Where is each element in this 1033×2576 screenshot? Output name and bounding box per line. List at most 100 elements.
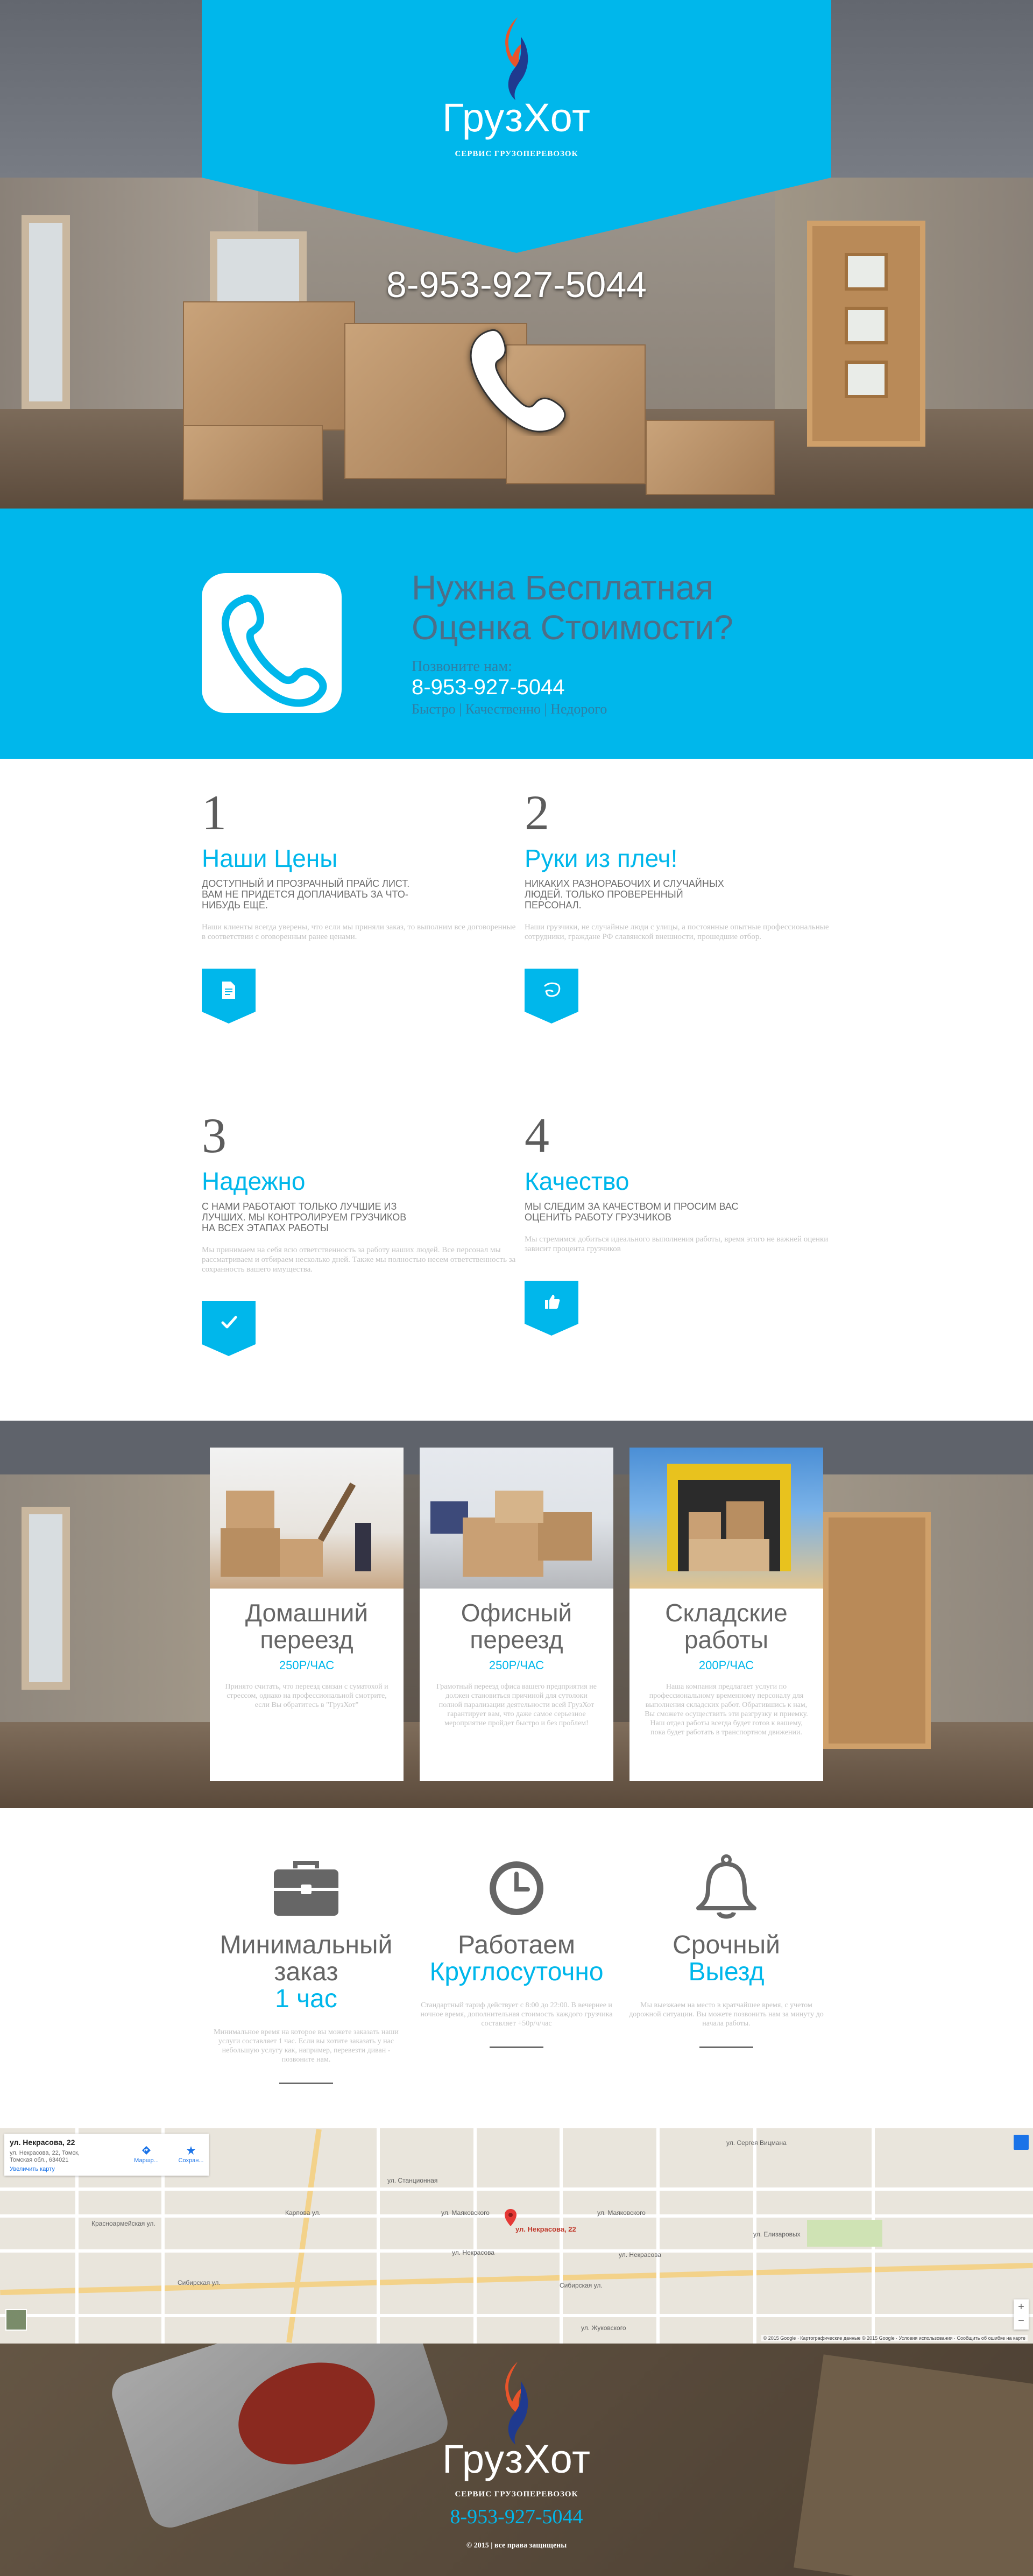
enlarge-map-link[interactable]: Увеличить карту	[10, 2166, 55, 2172]
cta-title-line2: Оценка Стоимости?	[412, 608, 733, 647]
map-road	[0, 2262, 1033, 2296]
service-card-warehouse[interactable]: Складские работы 200Р/ЧАС Наша компания …	[629, 1448, 823, 1781]
service-title: Домашний переезд	[245, 1599, 369, 1654]
cta-call-label: Позвоните нам:	[412, 658, 512, 675]
info-text: Стандартный тариф действует с 8:00 до 22…	[420, 2001, 613, 2028]
hand-icon	[544, 982, 561, 997]
info-text: Мы выезжаем на место в кратчайшее время,…	[629, 2001, 824, 2028]
feature-text: Мы принимаем на себя всю ответственность…	[202, 1246, 516, 1274]
hero-bg-box	[183, 301, 355, 430]
warehouse-photo	[629, 1448, 823, 1589]
street-label: ул. Жуковского	[581, 2324, 626, 2332]
cta-tagline: Быстро | Качественно | Недорого	[412, 701, 607, 717]
street-label: Сибирская ул.	[560, 2282, 603, 2289]
feature-badge	[202, 1301, 256, 1356]
map-info-card: ул. Некрасова, 22 ул. Некрасова, 22, Том…	[4, 2134, 209, 2176]
bell-icon	[696, 1854, 756, 1919]
pegman-icon[interactable]	[1014, 2135, 1029, 2150]
feature-text: Наши грузчики, не случайные люди с улицы…	[525, 923, 829, 941]
feature-number: 2	[525, 785, 549, 840]
feature-caption: С НАМИ РАБОТАЮТ ТОЛЬКО ЛУЧШИЕ ИЗ ЛУЧШИХ.…	[202, 1201, 407, 1233]
feature-badge	[202, 969, 256, 1024]
feature-title: Руки из плеч!	[525, 844, 678, 872]
service-card-office[interactable]: Офисный переезд 250Р/ЧАС Грамотный перее…	[420, 1448, 613, 1781]
info-24h: Работаем Круглосуточно Стандартный тариф…	[409, 1857, 624, 2048]
service-text: Грамотный переезд офиса вашего предприят…	[436, 1683, 597, 1727]
phone-icon[interactable]	[463, 323, 570, 436]
brand-tagline: СЕРВИС ГРУЗОПЕРЕВОЗОК	[455, 150, 578, 158]
info-highlight: 1 час	[275, 1985, 337, 2013]
hero-bg-box	[646, 420, 775, 495]
feature-caption: МЫ СЛЕДИМ ЗА КАЧЕСТВОМ И ПРОСИМ ВАС ОЦЕН…	[525, 1201, 739, 1223]
office-move-photo	[420, 1448, 613, 1589]
hero-section: ГрузХот СЕРВИС ГРУЗОПЕРЕВОЗОК 8-953-927-…	[0, 0, 1033, 509]
street-label: Карпова ул.	[285, 2209, 321, 2217]
clock-icon	[490, 1861, 543, 1915]
street-label: ул. Маяковского	[441, 2209, 490, 2217]
info-highlight: Выезд	[688, 1958, 765, 1986]
map-road	[0, 2214, 1033, 2218]
flame-logo-icon	[505, 17, 528, 100]
map-pin-icon[interactable]	[505, 2209, 516, 2226]
feature-title: Качество	[525, 1167, 629, 1195]
street-label: ул. Маяковского	[597, 2209, 646, 2217]
free-estimate-section: Нужна Бесплатная Оценка Стоимости? Позво…	[0, 509, 1033, 759]
feature-badge	[525, 969, 578, 1024]
feature-text: Мы стремимся добиться идеального выполне…	[525, 1235, 829, 1253]
footer: ГрузХот СЕРВИС ГРУЗОПЕРЕВОЗОК 8-953-927-…	[0, 2344, 1033, 2576]
street-label: ул. Сергея Вицмана	[726, 2139, 787, 2147]
divider	[699, 2046, 753, 2048]
services-section: Домашний переезд 250Р/ЧАС Принято считат…	[0, 1421, 1033, 1808]
divider	[279, 2083, 333, 2084]
hero-bg-box	[183, 425, 323, 500]
map-address: ул. Некрасова, 22	[10, 2138, 75, 2147]
footer-copyright: © 2015 | все права защищены	[466, 2542, 567, 2550]
document-icon	[222, 982, 235, 999]
save-button[interactable]: Сохран...	[175, 2157, 207, 2164]
feature-number: 1	[202, 785, 227, 840]
service-text: Наша компания предлагает услуги по профе…	[645, 1683, 808, 1737]
service-title: Офисный переезд	[461, 1599, 572, 1654]
service-text: Принято считать, что переезд связан с су…	[225, 1683, 388, 1709]
hero-bg-door	[807, 221, 925, 447]
zoom-controls: + −	[1014, 2299, 1029, 2330]
service-card-home[interactable]: Домашний переезд 250Р/ЧАС Принято считат…	[210, 1448, 404, 1781]
hero-bg-window	[22, 215, 70, 409]
cta-phone-number[interactable]: 8-953-927-5044	[412, 675, 565, 700]
map-park	[807, 2220, 882, 2247]
info-min-order: Минимальный заказ 1 час Минимальное врем…	[199, 1857, 414, 2084]
feature-reliable: 3 Надежно С НАМИ РАБОТАЮТ ТОЛЬКО ЛУЧШИЕ …	[202, 1108, 515, 1356]
home-move-photo	[210, 1448, 404, 1589]
logo-banner-tip	[202, 178, 831, 253]
thumbs-up-icon	[545, 1295, 560, 1309]
hero-phone-number[interactable]: 8-953-927-5044	[0, 264, 1033, 306]
service-price: 200Р/ЧАС	[698, 1658, 754, 1672]
info-title: Работаем	[457, 1931, 576, 1959]
zoom-out-button[interactable]: −	[1014, 2314, 1029, 2330]
map-road	[0, 2187, 1033, 2191]
feature-number: 4	[525, 1108, 549, 1163]
map-road	[473, 2128, 477, 2344]
phone-app-icon[interactable]	[202, 573, 342, 713]
street-label: Сибирская ул.	[178, 2279, 221, 2286]
satellite-toggle[interactable]	[5, 2309, 27, 2331]
map-road	[0, 2314, 1033, 2317]
flame-logo-icon	[505, 2362, 528, 2445]
street-label: Красноармейская ул.	[91, 2220, 155, 2227]
street-label: ул. Елизаровых	[753, 2231, 801, 2238]
directions-icon[interactable]	[141, 2146, 151, 2155]
google-map[interactable]: ул. Некрасова ул. Некрасова Сибирская ул…	[0, 2128, 1033, 2344]
footer-phone-number[interactable]: 8-953-927-5044	[0, 2505, 1033, 2529]
service-price: 250Р/ЧАС	[489, 1658, 544, 1672]
street-label: ул. Некрасова	[452, 2249, 495, 2256]
feature-number: 3	[202, 1108, 227, 1163]
service-price: 250Р/ЧАС	[279, 1658, 335, 1672]
info-title: Срочный	[673, 1931, 780, 1959]
phone-icon	[221, 594, 327, 707]
check-icon	[221, 1316, 237, 1329]
route-button[interactable]: Маршр...	[130, 2157, 162, 2164]
zoom-in-button[interactable]: +	[1014, 2299, 1029, 2314]
footer-brand-name: ГрузХот	[442, 2437, 591, 2481]
star-icon[interactable]	[186, 2146, 196, 2155]
info-title: Минимальный заказ	[220, 1931, 393, 1986]
